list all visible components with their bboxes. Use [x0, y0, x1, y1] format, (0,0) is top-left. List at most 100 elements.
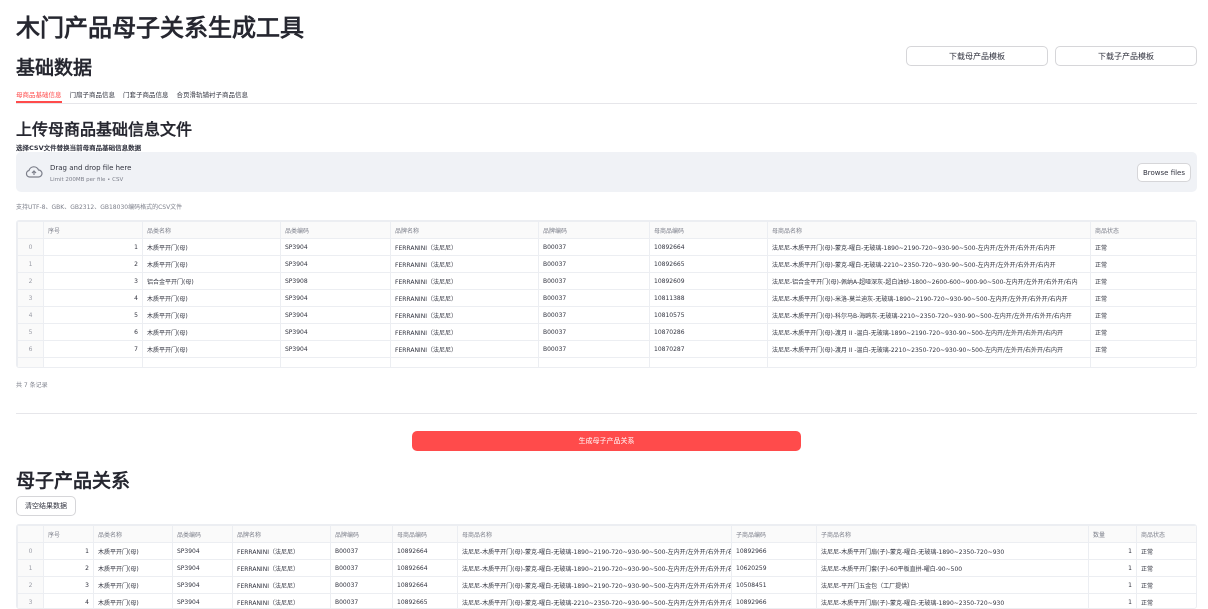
- table-cell[interactable]: 正常: [1090, 340, 1196, 358]
- tab-hinge-rail-child-info[interactable]: 合页滑轨铺衬子商品信息: [177, 86, 249, 103]
- column-header[interactable]: 母商品编码: [649, 221, 768, 239]
- table-cell[interactable]: FERRANINI（法尼尼）: [390, 340, 539, 358]
- table-cell[interactable]: SP3904: [172, 559, 233, 577]
- column-header[interactable]: [17, 525, 44, 543]
- table-cell[interactable]: 10892966: [731, 542, 817, 560]
- table-row[interactable]: 1 2 木质平开门(母) SP3904 FERRANINI（法尼尼） B00037 1089…: [17, 255, 1196, 273]
- column-header[interactable]: 子商品编码: [731, 525, 817, 543]
- table-cell[interactable]: 法尼尼-木质平开门(母)-蒙克-曜白-无玻璃-1890~2190-720~930…: [767, 238, 1091, 256]
- table-cell[interactable]: 正常: [1136, 559, 1196, 577]
- table-cell[interactable]: 法尼尼-木质平开门(母)-蒙克-曜白-无玻璃-2210~2350-720~930…: [457, 593, 732, 608]
- table-cell[interactable]: 3: [43, 272, 143, 290]
- table-cell[interactable]: 木质平开门(母): [142, 238, 281, 256]
- table-cell[interactable]: FERRANINI（法尼尼）: [390, 255, 539, 273]
- table-cell[interactable]: 4: [43, 289, 143, 307]
- tab-door-frame-child-info[interactable]: 门套子商品信息: [123, 86, 169, 103]
- column-header[interactable]: 品类编码: [172, 525, 233, 543]
- clear-results-button[interactable]: 清空结果数据: [16, 496, 76, 516]
- table-cell[interactable]: 正常: [1136, 542, 1196, 560]
- table-cell[interactable]: 10892664: [649, 238, 768, 256]
- table-cell[interactable]: 1: [1088, 542, 1137, 560]
- table-cell[interactable]: 10811388: [649, 289, 768, 307]
- table-cell[interactable]: 木质平开门(母): [142, 289, 281, 307]
- table-cell[interactable]: 10870287: [649, 340, 768, 358]
- table-cell[interactable]: B00037: [330, 576, 393, 594]
- table-cell[interactable]: 正常: [1090, 238, 1196, 256]
- file-dropzone[interactable]: Drag and drop file here Limit 200MB per …: [16, 152, 1197, 192]
- table-row[interactable]: 0 1 木质平开门(母) SP3904 FERRANINI（法尼尼） B00037 1089…: [17, 238, 1196, 256]
- table-cell[interactable]: 木质平开门(母): [142, 255, 281, 273]
- table-cell[interactable]: 正常: [1136, 593, 1196, 608]
- column-header[interactable]: [17, 221, 44, 239]
- table-row[interactable]: 5 6 木质平开门(母) SP3904 FERRANINI（法尼尼） B00037 1087…: [17, 323, 1196, 341]
- table-cell[interactable]: B00037: [330, 542, 393, 560]
- table-cell[interactable]: 10892664: [392, 542, 458, 560]
- column-header[interactable]: 商品状态: [1090, 221, 1196, 239]
- table-cell[interactable]: 6: [43, 323, 143, 341]
- table-cell[interactable]: FERRANINI（法尼尼）: [232, 576, 331, 594]
- table-cell[interactable]: 法尼尼-木质平开门扇(子)-蒙克-曜白-无玻璃-1890~2350-720~93…: [816, 593, 1089, 608]
- table-cell[interactable]: B00037: [538, 323, 650, 341]
- table-cell[interactable]: 木质平开门(母): [142, 340, 281, 358]
- table-cell[interactable]: B00037: [538, 306, 650, 324]
- table-cell[interactable]: FERRANINI（法尼尼）: [232, 559, 331, 577]
- table-cell[interactable]: SP3904: [280, 255, 391, 273]
- table-cell[interactable]: 10892966: [731, 593, 817, 608]
- table-cell[interactable]: 法尼尼-木质平开门(母)-科尔马B-海鸥灰-无玻璃-2210~2350-720~…: [767, 306, 1091, 324]
- table-row[interactable]: 3 4 木质平开门(母) SP3904 FERRANINI（法尼尼） B00037 1081…: [17, 289, 1196, 307]
- table-row[interactable]: 1 2 木质平开门(母) SP3904 FERRANINI（法尼尼） B00037 1089…: [17, 559, 1196, 577]
- table-cell[interactable]: B00037: [538, 255, 650, 273]
- table-cell[interactable]: FERRANINI（法尼尼）: [390, 238, 539, 256]
- table-cell[interactable]: 正常: [1090, 306, 1196, 324]
- table-cell[interactable]: FERRANINI（法尼尼）: [390, 306, 539, 324]
- table-row[interactable]: 6 7 木质平开门(母) SP3904 FERRANINI（法尼尼） B00037 1087…: [17, 340, 1196, 358]
- table-cell[interactable]: 2: [43, 255, 143, 273]
- table-cell[interactable]: FERRANINI（法尼尼）: [390, 272, 539, 290]
- column-header[interactable]: 母商品名称: [767, 221, 1091, 239]
- table-cell[interactable]: 法尼尼-木质平开门(母)-蒙克-曜白-无玻璃-1890~2190-720~930…: [457, 542, 732, 560]
- tab-parent-basic-info[interactable]: 母商品基础信息: [16, 86, 62, 103]
- table-cell[interactable]: 法尼尼-木质平开门(母)-米洛-莫兰迪灰-无玻璃-1890~2190-720~9…: [767, 289, 1091, 307]
- generate-relation-button[interactable]: 生成母子产品关系: [412, 431, 801, 451]
- table-cell[interactable]: SP3904: [280, 289, 391, 307]
- table-cell[interactable]: FERRANINI（法尼尼）: [232, 542, 331, 560]
- table-cell[interactable]: 正常: [1090, 272, 1196, 290]
- column-header[interactable]: 子商品名称: [816, 525, 1089, 543]
- table-cell[interactable]: 法尼尼-木质平开门(母)-蒙克-曜白-无玻璃-1890~2190-720~930…: [457, 559, 732, 577]
- column-header[interactable]: 品类名称: [142, 221, 281, 239]
- table-cell[interactable]: 法尼尼-平开门五金包（工厂提供）: [816, 576, 1089, 594]
- table-cell[interactable]: 1: [1088, 559, 1137, 577]
- table-cell[interactable]: FERRANINI（法尼尼）: [232, 593, 331, 608]
- table-cell[interactable]: 7: [43, 340, 143, 358]
- table-row[interactable]: 4 5 木质平开门(母) SP3904 FERRANINI（法尼尼） B00037 1081…: [17, 306, 1196, 324]
- table-cell[interactable]: 正常: [1090, 323, 1196, 341]
- table-cell[interactable]: 1: [43, 542, 94, 560]
- table-cell[interactable]: FERRANINI（法尼尼）: [390, 323, 539, 341]
- table-cell[interactable]: B00037: [538, 289, 650, 307]
- column-header[interactable]: 品牌编码: [538, 221, 650, 239]
- tab-door-leaf-child-info[interactable]: 门扇子商品信息: [70, 86, 116, 103]
- table-cell[interactable]: 10892609: [649, 272, 768, 290]
- table-cell[interactable]: SP3904: [172, 576, 233, 594]
- table-cell[interactable]: SP3904: [280, 306, 391, 324]
- table-cell[interactable]: B00037: [538, 272, 650, 290]
- table-cell[interactable]: 10810575: [649, 306, 768, 324]
- table-cell[interactable]: 10892664: [392, 559, 458, 577]
- table-cell[interactable]: 10892664: [392, 576, 458, 594]
- table-cell[interactable]: 法尼尼-木质平开门(母)-蒙克-曜白-无玻璃-2210~2350-720~930…: [767, 255, 1091, 273]
- table-cell[interactable]: 铝合金平开门(母): [142, 272, 281, 290]
- table-cell[interactable]: 木质平开门(母): [142, 323, 281, 341]
- column-header[interactable]: 品类编码: [280, 221, 391, 239]
- table-cell[interactable]: 2: [43, 559, 94, 577]
- browse-files-button[interactable]: Browse files: [1137, 163, 1191, 182]
- table-cell[interactable]: 法尼尼-木质平开门(母)-蒙克-曜白-无玻璃-1890~2190-720~930…: [457, 576, 732, 594]
- column-header[interactable]: 品牌名称: [232, 525, 331, 543]
- table-cell[interactable]: 1: [43, 238, 143, 256]
- table-cell[interactable]: 10508451: [731, 576, 817, 594]
- table-cell[interactable]: 3: [43, 576, 94, 594]
- table-cell[interactable]: 木质平开门(母): [93, 576, 173, 594]
- table-cell[interactable]: 10892665: [392, 593, 458, 608]
- table-cell[interactable]: 木质平开门(母): [93, 559, 173, 577]
- column-header[interactable]: 数量: [1088, 525, 1137, 543]
- table-cell[interactable]: 正常: [1136, 576, 1196, 594]
